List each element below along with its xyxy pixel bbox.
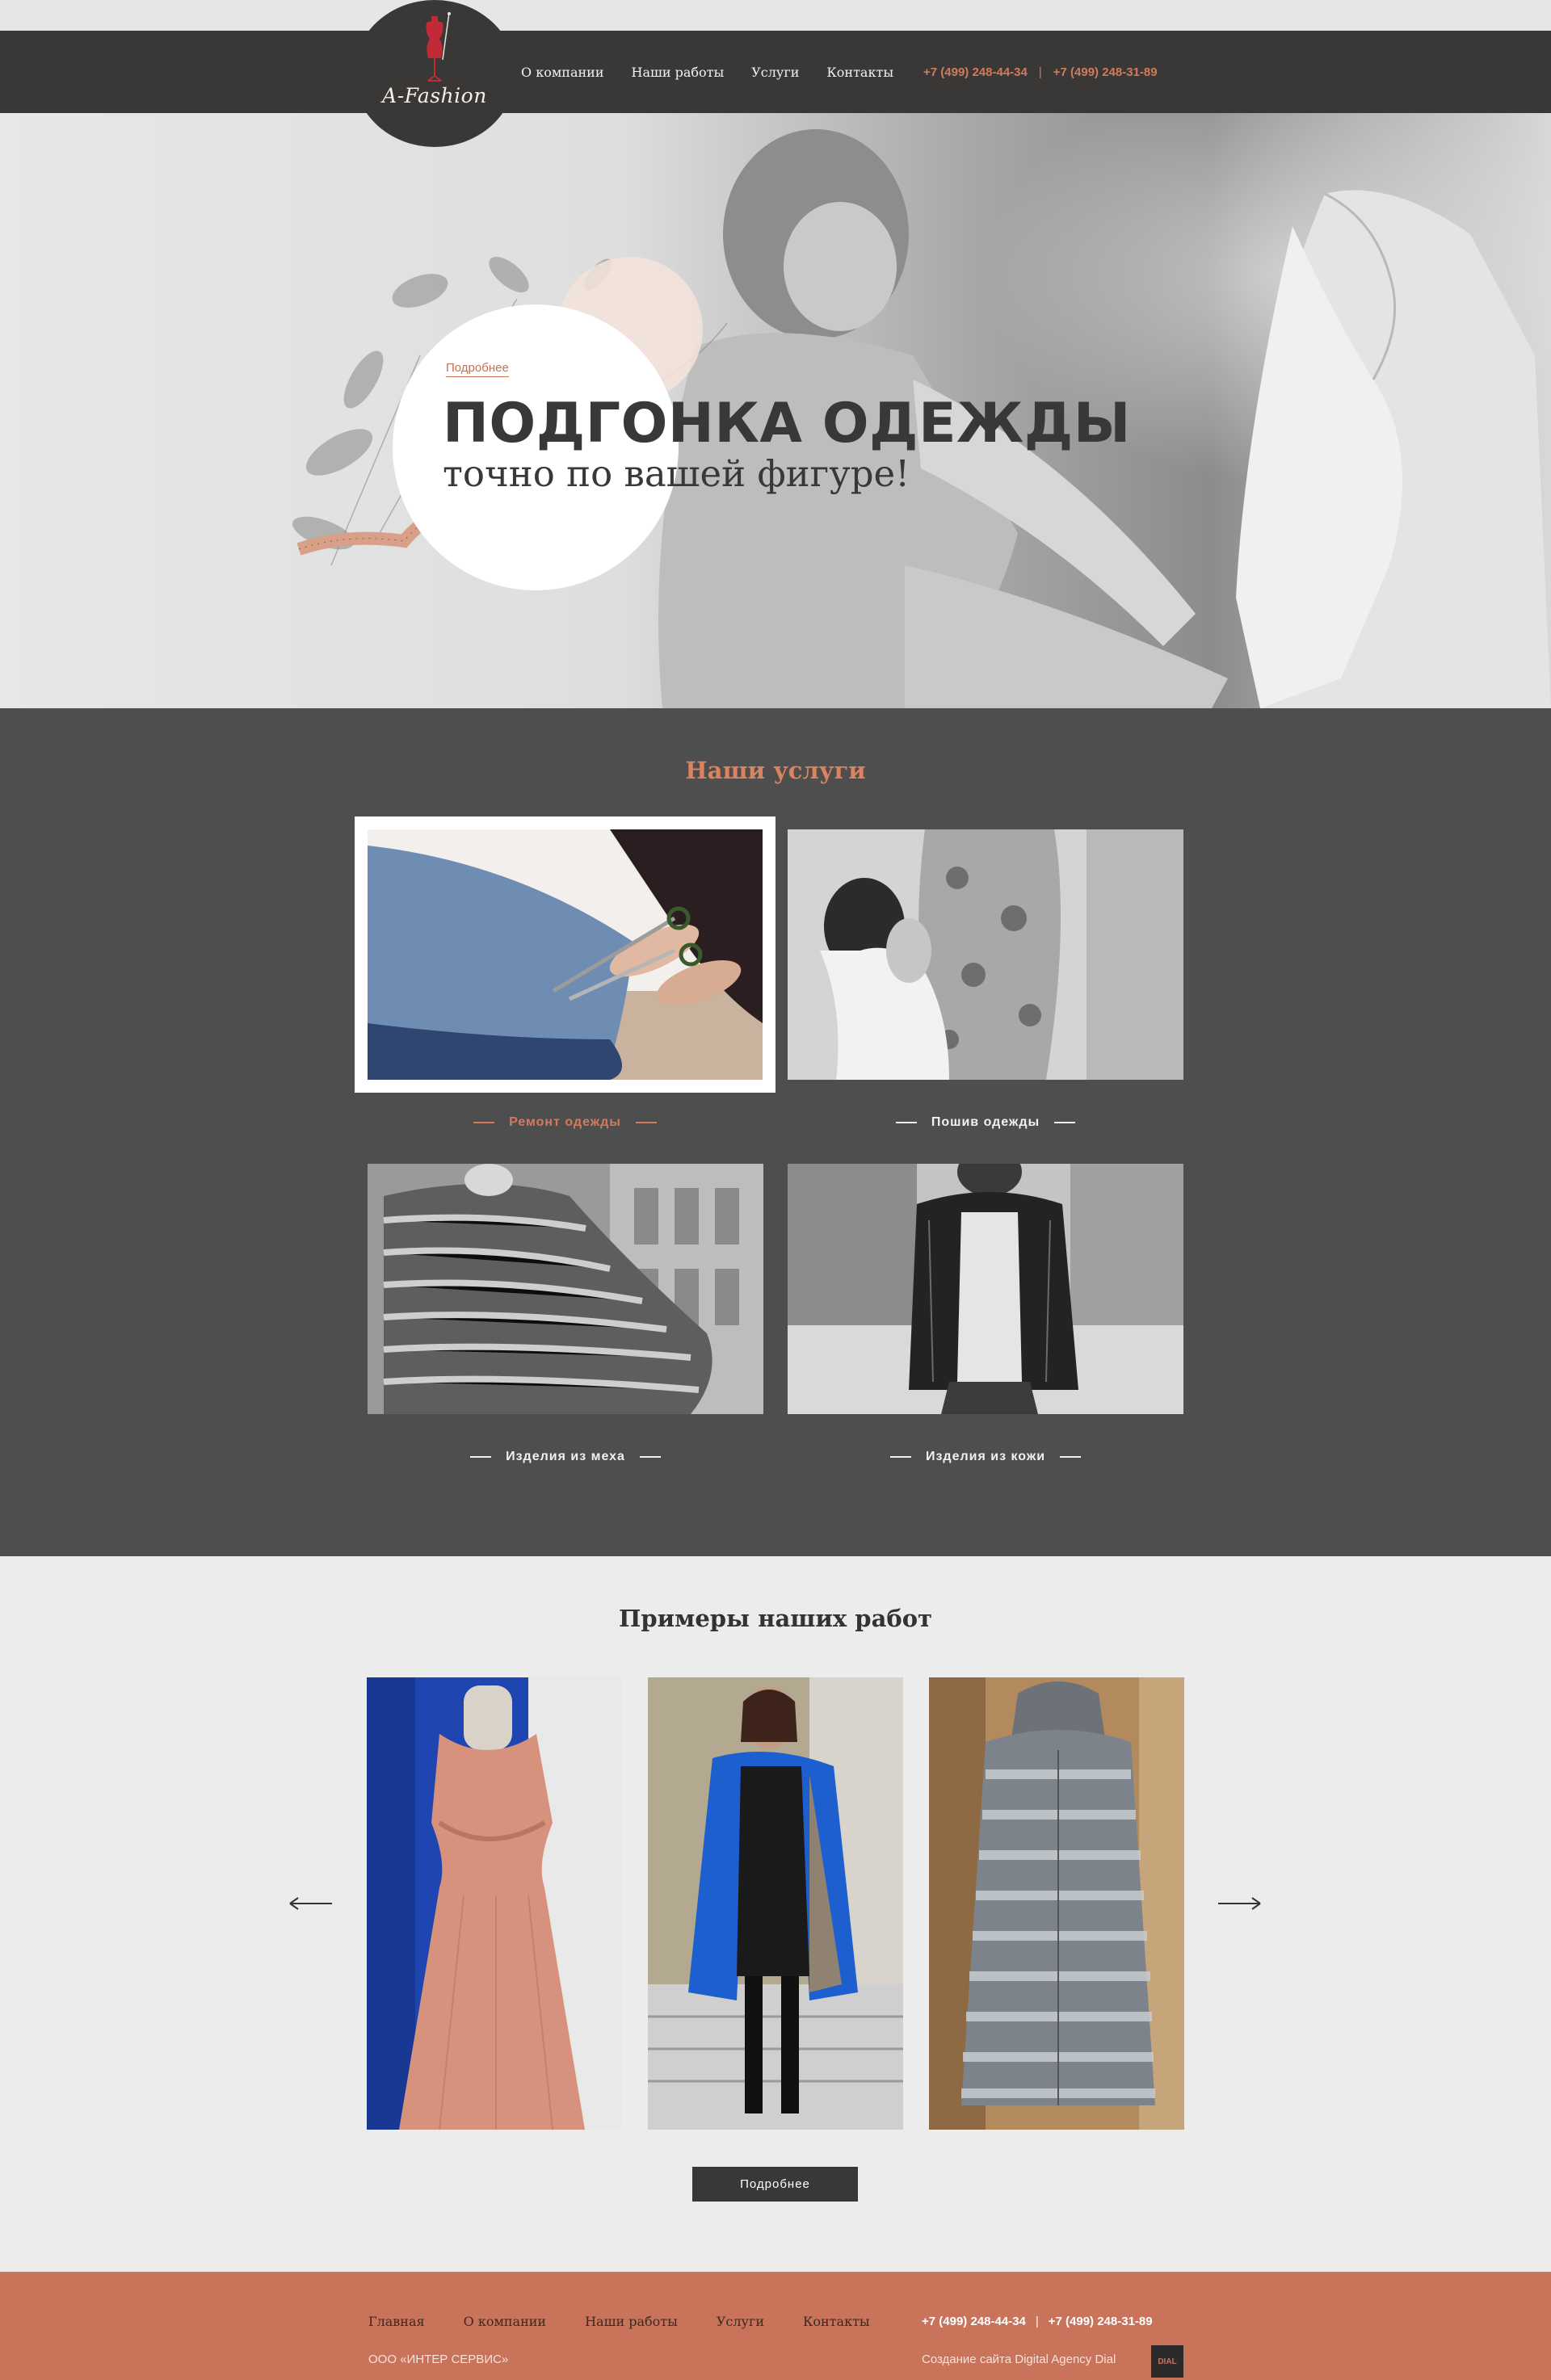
service-caption-leather: Изделия из кожи <box>788 1450 1183 1464</box>
footer-nav-about[interactable]: О компании <box>464 2314 546 2329</box>
hero-subtitle: точно по вашей фигуре! <box>443 452 910 495</box>
caption-dash-left <box>895 1121 917 1123</box>
works-more-button[interactable]: Подробнее <box>692 2167 858 2202</box>
services-title: Наши услуги <box>685 757 866 784</box>
logo-text: A-Fashion <box>382 84 487 107</box>
footer-nav-services[interactable]: Услуги <box>717 2314 764 2329</box>
service-caption-repair: Ремонт одежды <box>355 1115 776 1130</box>
service-image-repair <box>368 829 763 1080</box>
service-card-tailoring[interactable]: Пошив одежды <box>788 829 1183 1130</box>
phone-2[interactable]: +7 (499) 248-31-89 <box>1053 65 1158 79</box>
footer-phone-separator: | <box>1035 2315 1039 2328</box>
main-nav: О компании Наши работы Услуги Контакты <box>521 31 921 113</box>
service-image-tailoring <box>788 829 1183 1080</box>
service-image-leather <box>788 1164 1183 1414</box>
site-footer: Главная О компании Наши работы Услуги Ко… <box>0 2272 1551 2380</box>
works-title: Примеры наших работ <box>618 1605 933 1632</box>
footer-nav-works[interactable]: Наши работы <box>585 2314 678 2329</box>
caption-dash-left <box>473 1121 495 1123</box>
footer-company: ООО «ИНТЕР СЕРВИС» <box>368 2353 509 2366</box>
arrow-right-icon[interactable] <box>1217 1895 1262 1912</box>
work-item-fur-coat[interactable] <box>929 1677 1184 2130</box>
mannequin-icon <box>426 12 451 82</box>
caption-dash-right <box>639 1455 661 1458</box>
caption-dash-left <box>470 1455 492 1458</box>
services-section: Наши услуги Ремонт одежды Пошив одежды И… <box>0 708 1551 1556</box>
header-phones: +7 (499) 248-44-34 | +7 (499) 248-31-89 <box>923 31 1158 113</box>
arrow-left-icon[interactable] <box>288 1895 334 1912</box>
hero-more-link[interactable]: Подробнее <box>446 361 509 377</box>
phone-separator: | <box>1038 65 1042 79</box>
service-label: Изделия из кожи <box>925 1450 1046 1463</box>
caption-dash-right <box>1054 1121 1076 1123</box>
service-card-leather[interactable]: Изделия из кожи <box>788 1164 1183 1463</box>
work-item-blue-coat[interactable] <box>648 1677 903 2130</box>
service-card-repair[interactable]: Ремонт одежды <box>355 816 776 1129</box>
footer-nav-home[interactable]: Главная <box>368 2314 425 2329</box>
dial-logo[interactable]: DIAL <box>1151 2345 1183 2378</box>
caption-dash-left <box>889 1455 911 1458</box>
nav-item-works[interactable]: Наши работы <box>631 65 724 80</box>
service-label: Пошив одежды <box>931 1115 1040 1129</box>
caption-dash-right <box>635 1121 657 1123</box>
service-card-fur[interactable]: Изделия из меха <box>368 1164 763 1463</box>
hero-title: ПОДГОНКА ОДЕЖДЫ <box>443 392 1131 455</box>
nav-item-contacts[interactable]: Контакты <box>826 65 893 80</box>
work-item-dress[interactable] <box>367 1677 622 2130</box>
works-section: Примеры наших работ Подробнее <box>0 1556 1551 2272</box>
footer-phone-2[interactable]: +7 (499) 248-31-89 <box>1049 2315 1153 2328</box>
service-label: Изделия из меха <box>506 1450 625 1463</box>
footer-phone-1[interactable]: +7 (499) 248-44-34 <box>922 2315 1026 2328</box>
footer-phones: +7 (499) 248-44-34 | +7 (499) 248-31-89 <box>922 2315 1153 2328</box>
top-strip <box>0 0 1551 31</box>
caption-dash-right <box>1060 1455 1082 1458</box>
footer-credit[interactable]: Создание сайта Digital Agency Dial <box>922 2353 1116 2366</box>
site-logo[interactable]: A-Fashion <box>354 0 515 147</box>
phone-1[interactable]: +7 (499) 248-44-34 <box>923 65 1028 79</box>
service-image-fur <box>368 1164 763 1414</box>
footer-nav: Главная О компании Наши работы Услуги Ко… <box>368 2314 909 2329</box>
hero-banner: Подробнее ПОДГОНКА ОДЕЖДЫ точно по вашей… <box>0 113 1551 708</box>
nav-item-about[interactable]: О компании <box>521 65 603 80</box>
service-caption-fur: Изделия из меха <box>368 1450 763 1464</box>
service-label: Ремонт одежды <box>509 1115 621 1129</box>
footer-nav-contacts[interactable]: Контакты <box>803 2314 870 2329</box>
service-caption-tailoring: Пошив одежды <box>788 1115 1183 1130</box>
nav-item-services[interactable]: Услуги <box>751 65 799 80</box>
